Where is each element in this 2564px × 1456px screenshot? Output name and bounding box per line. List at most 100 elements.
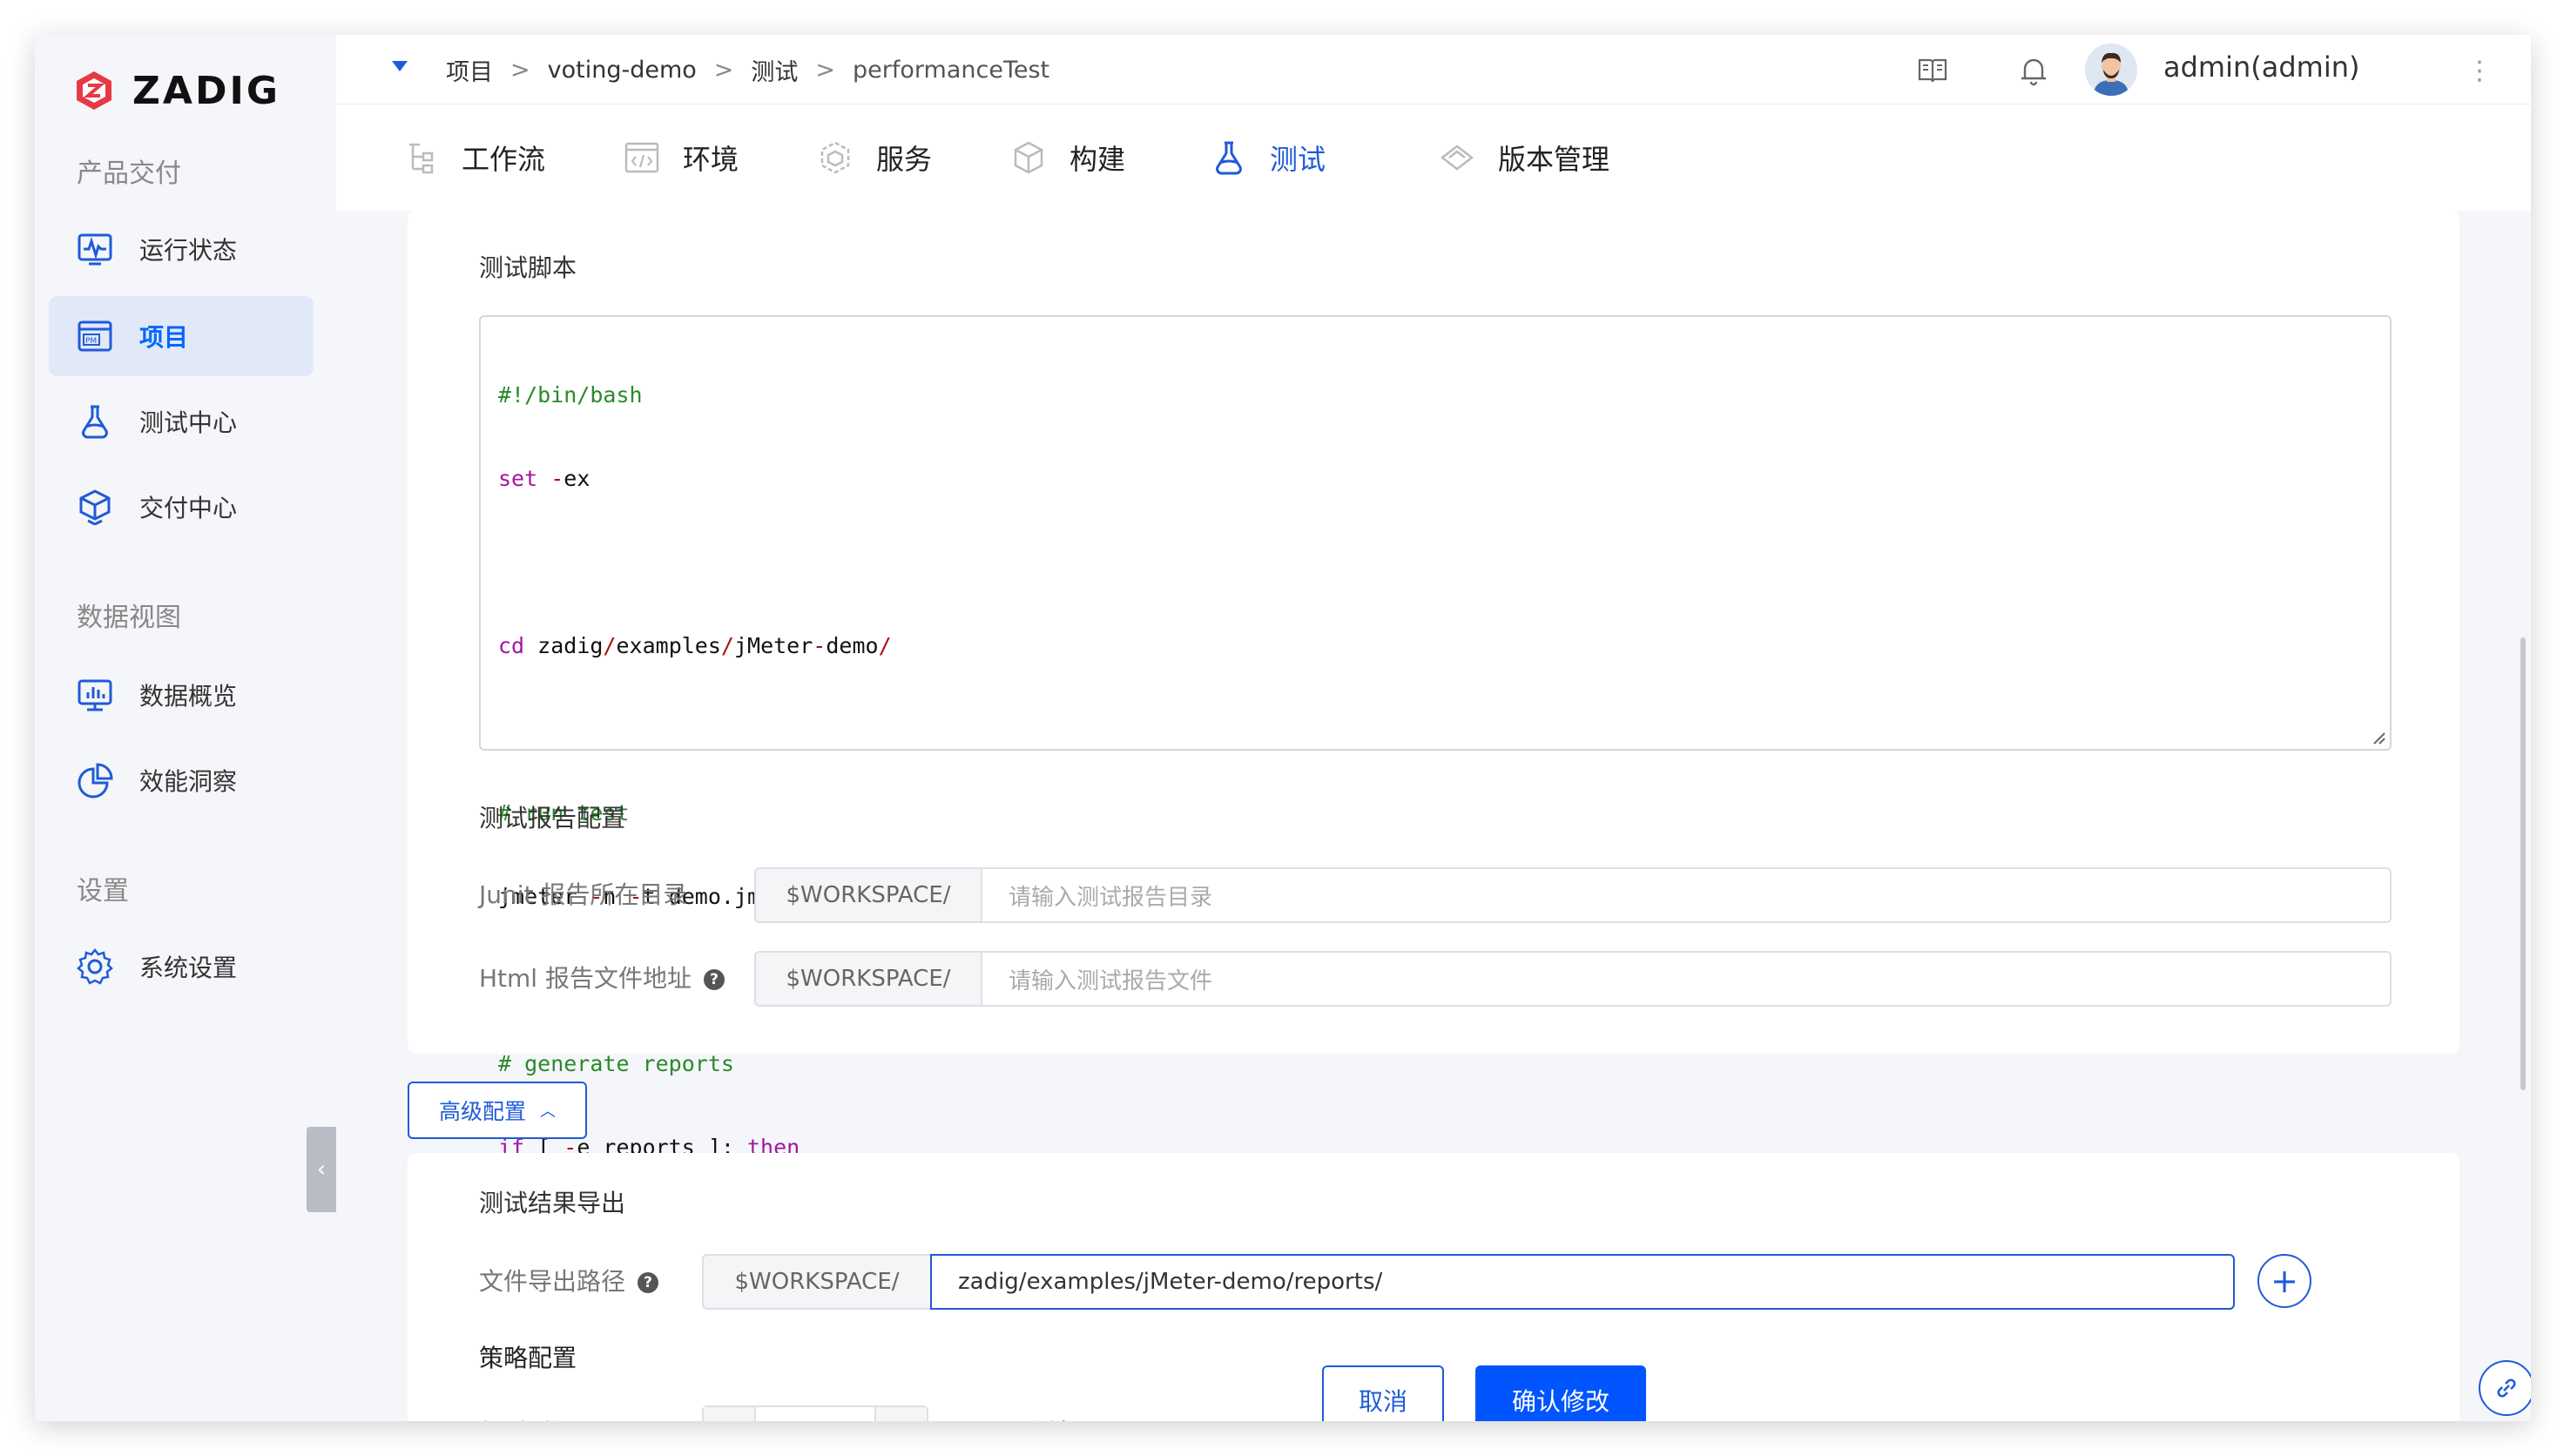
tab-bar: 工作流 环境 服务 构建 测试 版本管理 — [336, 104, 2531, 245]
nav-group-delivery: 产品交付 — [77, 158, 181, 189]
code-window-icon — [624, 142, 659, 173]
tab-test[interactable]: 测试 — [1211, 104, 1326, 211]
caret-down-icon[interactable] — [392, 61, 408, 71]
sidebar-item-label: 测试中心 — [139, 408, 238, 437]
plus-icon: + — [2270, 1262, 2298, 1300]
scroll-area[interactable]: 测试脚本 #!/bin/bash set -ex cd zadig/exampl… — [336, 211, 2531, 1421]
cube-network-icon — [820, 141, 850, 174]
box-icon — [1014, 141, 1043, 174]
package-icon — [75, 487, 115, 527]
cancel-button[interactable]: 取消 — [1322, 1365, 1444, 1421]
tab-label: 环境 — [683, 143, 739, 176]
pulse-monitor-icon — [75, 229, 115, 269]
nav-group-data: 数据视图 — [77, 603, 181, 633]
gear-icon — [75, 947, 115, 987]
confirm-button[interactable]: 确认修改 — [1475, 1365, 1646, 1421]
code-line: #!/bin/bash — [498, 382, 643, 408]
zadig-logo-icon — [77, 71, 111, 110]
sidebar-item-status[interactable]: 运行状态 — [49, 209, 314, 289]
book-icon[interactable] — [1916, 54, 1949, 87]
tab-label: 构建 — [1069, 143, 1126, 176]
decrement-button[interactable]: − — [704, 1407, 754, 1421]
breadcrumb: 项目 > voting-demo > 测试 > performanceTest — [446, 35, 1049, 104]
junit-dir-input[interactable]: 请输入测试报告目录 — [981, 867, 2392, 923]
sidebar-item-projects[interactable]: PM 项目 — [49, 296, 314, 376]
logo[interactable]: ZADIG — [73, 56, 280, 125]
main-content: 项目 > voting-demo > 测试 > performanceTest — [336, 35, 2531, 1421]
timeout-value[interactable]: 60 — [754, 1407, 876, 1421]
help-icon[interactable]: ? — [704, 969, 725, 990]
sidebar-item-test-center[interactable]: 测试中心 — [49, 381, 314, 462]
export-path-label-text: 文件导出路径 — [479, 1267, 626, 1296]
breadcrumb-item-project[interactable]: 项目 — [446, 53, 493, 87]
tab-environment[interactable]: 环境 — [624, 104, 739, 211]
export-section-title: 测试结果导出 — [479, 1189, 626, 1217]
advanced-config-label: 高级配置 — [438, 1099, 526, 1124]
tab-label: 工作流 — [462, 143, 546, 176]
user-name[interactable]: admin(admin) — [2163, 51, 2360, 84]
help-icon[interactable]: ? — [638, 1272, 659, 1293]
tab-version-management[interactable]: 版本管理 — [1439, 104, 1609, 211]
sidebar-item-system-settings[interactable]: 系统设置 — [49, 927, 314, 1007]
floating-link-button[interactable] — [2479, 1360, 2531, 1416]
workflow-icon — [409, 143, 434, 174]
advanced-config-button[interactable]: 高级配置 ︿ — [408, 1082, 587, 1139]
pie-chart-icon — [75, 760, 115, 800]
app-window: ZADIG 产品交付 运行状态 PM 项目 测试中心 交付中心 数据视图 数据概… — [35, 35, 2531, 1421]
top-bar: 项目 > voting-demo > 测试 > performanceTest — [336, 35, 2531, 104]
sidebar-item-insights[interactable]: 效能洞察 — [49, 740, 314, 820]
sidebar-item-label: 运行状态 — [139, 236, 238, 265]
breadcrumb-separator: > — [815, 56, 836, 84]
breadcrumb-item-current: performanceTest — [853, 56, 1050, 84]
timeout-unit: 分钟 — [1022, 1414, 1071, 1421]
strategy-section-title: 策略配置 — [479, 1344, 577, 1372]
bar-monitor-icon — [75, 675, 115, 715]
vertical-scrollbar[interactable] — [2520, 637, 2526, 1090]
diamond-icon — [1440, 145, 1474, 171]
test-config-card: 测试脚本 #!/bin/bash set -ex cd zadig/exampl… — [408, 211, 2459, 1412]
avatar[interactable] — [2085, 44, 2137, 96]
export-path-prefix: $WORKSPACE/ — [702, 1254, 930, 1310]
sidebar-item-label: 系统设置 — [139, 954, 238, 982]
sidebar-collapse-handle[interactable]: ‹ — [307, 1127, 336, 1212]
timeout-stepper[interactable]: − 60 + — [702, 1405, 928, 1421]
export-path-label: 文件导出路径? — [479, 1263, 659, 1298]
html-report-input-group: $WORKSPACE/ 请输入测试报告文件 — [754, 951, 2392, 1007]
tab-services[interactable]: 服务 — [817, 104, 932, 211]
sidebar-item-data-overview[interactable]: 数据概览 — [49, 655, 314, 735]
sidebar-item-label: 交付中心 — [139, 494, 238, 522]
flask-icon — [75, 401, 115, 442]
sidebar-item-label: 数据概览 — [139, 682, 238, 711]
logo-text: ZADIG — [132, 68, 280, 113]
html-report-label: Html 报告文件地址? — [479, 960, 725, 994]
bell-icon[interactable] — [2017, 54, 2050, 87]
script-editor[interactable]: #!/bin/bash set -ex cd zadig/examples/jM… — [479, 315, 2392, 1412]
html-report-input[interactable]: 请输入测试报告文件 — [981, 951, 2392, 1007]
breadcrumb-item-voting-demo[interactable]: voting-demo — [548, 57, 697, 84]
script-section-title: 测试脚本 — [479, 253, 577, 282]
html-report-prefix: $WORKSPACE/ — [754, 951, 981, 1007]
breadcrumb-item-test[interactable]: 测试 — [751, 53, 798, 87]
code-line: # generate reports — [498, 1051, 734, 1076]
increment-button[interactable]: + — [876, 1407, 927, 1421]
tab-workflow[interactable]: 工作流 — [402, 104, 545, 211]
junit-prefix: $WORKSPACE/ — [754, 867, 981, 923]
junit-label: Junit 报告所在目录 — [479, 880, 688, 909]
chevron-up-icon: ︿ — [540, 1102, 556, 1121]
tab-label: 服务 — [876, 143, 933, 176]
sidebar-item-label: 效能洞察 — [139, 767, 238, 796]
resize-handle-icon[interactable] — [2371, 730, 2386, 745]
report-section-title: 测试报告配置 — [479, 804, 626, 832]
svg-text:PM: PM — [85, 337, 97, 346]
tab-label: 测试 — [1270, 143, 1326, 176]
more-icon[interactable]: ⋮ — [2466, 56, 2493, 86]
add-path-button[interactable]: + — [2257, 1254, 2311, 1308]
tab-build[interactable]: 构建 — [1010, 104, 1125, 211]
breadcrumb-separator: > — [713, 56, 734, 84]
export-path-input[interactable]: zadig/examples/jMeter-demo/reports/ — [930, 1254, 2235, 1310]
flask-icon — [1216, 141, 1242, 175]
code-line: cd zadig/examples/jMeter-demo/ — [498, 633, 892, 658]
code-line: set -ex — [498, 466, 590, 491]
sidebar-item-delivery-center[interactable]: 交付中心 — [49, 467, 314, 547]
